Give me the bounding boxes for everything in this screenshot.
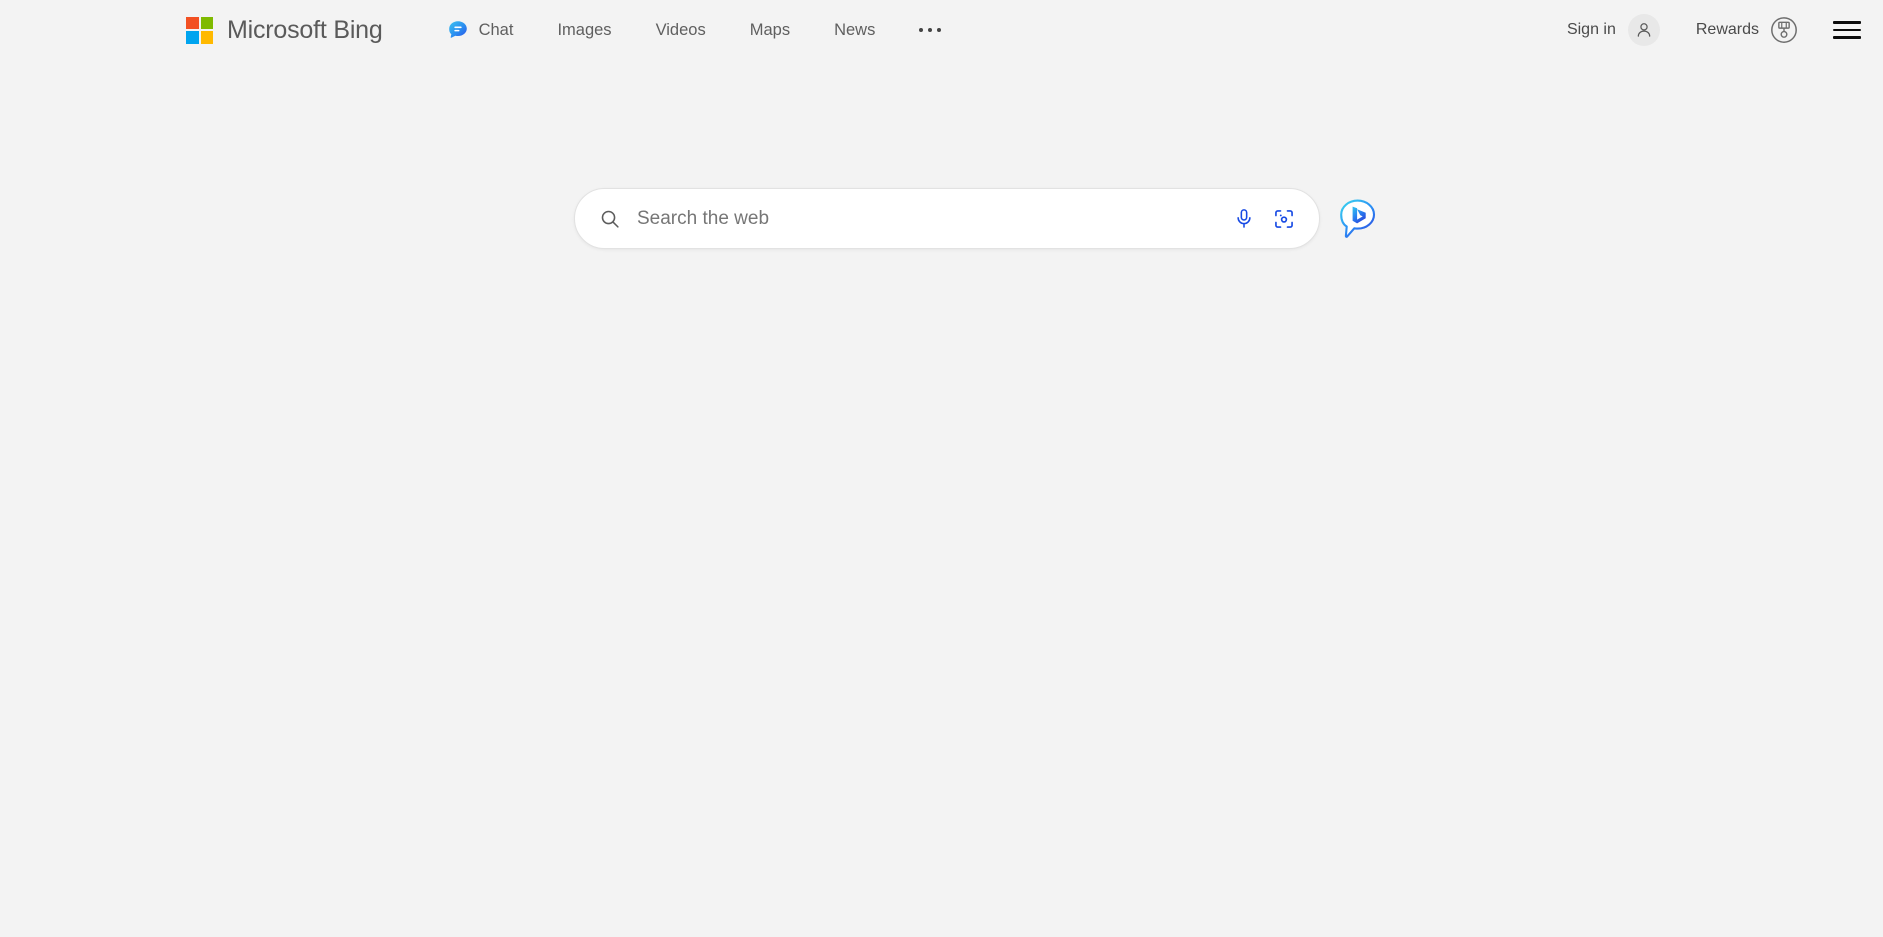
nav-item-videos-label: Videos bbox=[656, 21, 706, 40]
visual-search-icon bbox=[1273, 207, 1295, 231]
hamburger-bar bbox=[1833, 36, 1861, 39]
primary-nav: Chat Images Videos Maps News bbox=[439, 10, 964, 50]
sign-in-label: Sign in bbox=[1567, 21, 1616, 39]
person-icon bbox=[1634, 20, 1654, 40]
site-header: Microsoft Bing Chat Images bbox=[0, 0, 1883, 60]
ellipsis-dot-icon bbox=[928, 28, 932, 32]
header-right-controls: Sign in Rewards bbox=[1567, 0, 1861, 60]
hamburger-bar bbox=[1833, 21, 1861, 24]
nav-item-news[interactable]: News bbox=[812, 10, 897, 50]
nav-item-news-label: News bbox=[834, 21, 875, 40]
nav-item-videos[interactable]: Videos bbox=[634, 10, 728, 50]
chat-bubble-icon bbox=[447, 19, 469, 41]
nav-item-images[interactable]: Images bbox=[535, 10, 633, 50]
bing-chat-bubble-icon bbox=[1334, 196, 1380, 242]
bing-chat-button[interactable] bbox=[1334, 196, 1380, 242]
ellipsis-dot-icon bbox=[919, 28, 923, 32]
nav-item-maps-label: Maps bbox=[750, 21, 790, 40]
search-area bbox=[0, 188, 1883, 249]
rewards-button[interactable]: Rewards bbox=[1696, 15, 1799, 45]
brand-title: Microsoft Bing bbox=[227, 16, 383, 45]
microsoft-logo-icon bbox=[186, 17, 213, 44]
nav-item-chat-label: Chat bbox=[479, 21, 514, 40]
ellipsis-dot-icon bbox=[937, 28, 941, 32]
avatar[interactable] bbox=[1628, 14, 1660, 46]
voice-search-button[interactable] bbox=[1227, 202, 1261, 236]
nav-item-chat[interactable]: Chat bbox=[439, 10, 536, 50]
nav-item-images-label: Images bbox=[557, 21, 611, 40]
magnifier-icon[interactable] bbox=[599, 208, 621, 230]
sign-in-button[interactable]: Sign in bbox=[1567, 14, 1660, 46]
bing-logo-link[interactable]: Microsoft Bing bbox=[186, 16, 383, 45]
search-box[interactable] bbox=[574, 188, 1320, 249]
medal-icon bbox=[1769, 15, 1799, 45]
nav-more-button[interactable] bbox=[897, 10, 963, 50]
microphone-icon bbox=[1233, 207, 1255, 230]
nav-item-maps[interactable]: Maps bbox=[728, 10, 812, 50]
search-input[interactable] bbox=[637, 189, 1227, 248]
hamburger-menu-icon[interactable] bbox=[1833, 19, 1861, 41]
hamburger-bar bbox=[1833, 29, 1861, 32]
rewards-label: Rewards bbox=[1696, 21, 1759, 39]
visual-search-button[interactable] bbox=[1267, 202, 1301, 236]
